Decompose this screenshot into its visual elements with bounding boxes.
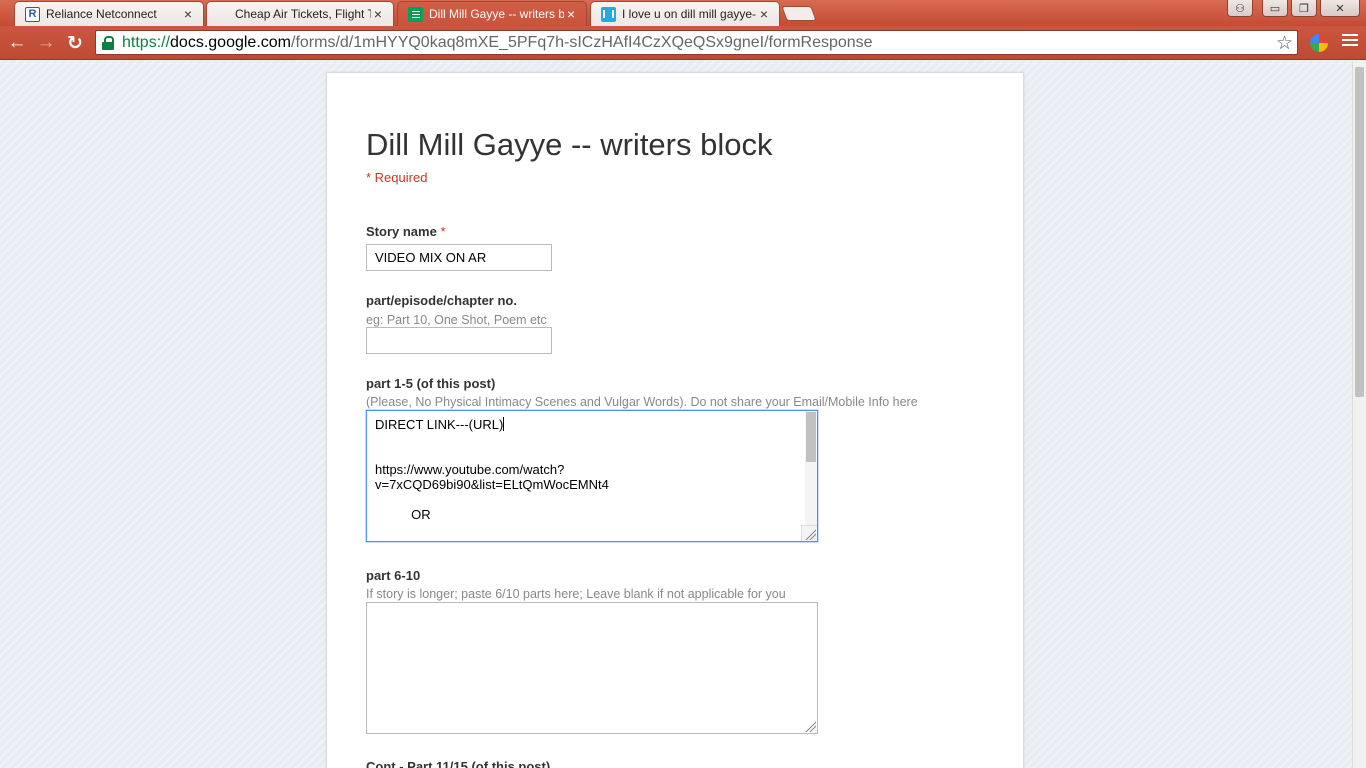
form-title: Dill Mill Gayye -- writers block: [366, 127, 773, 162]
question-label-part-6-10: part 6-10: [366, 568, 421, 583]
question-label-episode-no: part/episode/chapter no.: [366, 293, 517, 308]
reload-icon[interactable]: ↻: [63, 31, 87, 55]
tab-title: Reliance Netconnect: [46, 7, 157, 21]
tab-strip: R Reliance Netconnect × Cheap Air Ticket…: [0, 0, 1366, 26]
address-bar[interactable]: https:// docs.google.com /forms/d/1mHYYQ…: [95, 30, 1298, 55]
tab-close-icon[interactable]: ×: [371, 6, 385, 22]
window-controls: ⚇ ▭ ❐ ✕: [1227, 0, 1360, 17]
close-window-icon[interactable]: ✕: [1320, 0, 1360, 17]
pause-favicon-icon: [601, 6, 616, 22]
tab-title: Cheap Air Tickets, Flight T: [235, 7, 371, 21]
story-name-input[interactable]: [366, 244, 552, 271]
google-forms-favicon-icon: [408, 6, 423, 22]
textarea-scrollbar[interactable]: [805, 411, 817, 541]
question-help-episode-no: eg: Part 10, One Shot, Poem etc: [366, 313, 547, 327]
part-6-10-textarea[interactable]: [366, 602, 818, 734]
question-label-part-11-15: Cont - Part 11/15 (of this post): [366, 759, 551, 768]
question-help-part-1-5: (Please, No Physical Intimacy Scenes and…: [366, 395, 918, 409]
tab-dill-mill-gayye[interactable]: Dill Mill Gayye -- writers b ×: [397, 1, 587, 26]
page-scroll-thumb[interactable]: [1355, 67, 1364, 397]
resize-handle-icon[interactable]: [804, 720, 816, 732]
part-1-5-textarea[interactable]: DIRECT LINK---(URL) https://www.youtube.…: [366, 410, 818, 542]
restore-icon[interactable]: ❐: [1291, 0, 1317, 17]
new-tab-button[interactable]: [781, 6, 817, 21]
tab-close-icon[interactable]: ×: [181, 6, 195, 22]
tab-reliance-netconnect[interactable]: R Reliance Netconnect ×: [14, 1, 204, 26]
minimize-icon[interactable]: ▭: [1262, 0, 1288, 17]
browser-toolbar: ← → ↻ https:// docs.google.com /forms/d/…: [0, 26, 1366, 60]
tab-title: I love u on dill mill gayye-: [622, 7, 757, 21]
page-scrollbar[interactable]: [1352, 61, 1366, 768]
extension-icon[interactable]: [1310, 34, 1328, 52]
url-scheme: https://: [122, 33, 171, 51]
episode-no-input[interactable]: [366, 327, 552, 354]
resize-handle-icon[interactable]: [801, 525, 817, 541]
back-arrow-icon[interactable]: ←: [5, 31, 29, 55]
tab-title: Dill Mill Gayye -- writers b: [429, 7, 564, 21]
bookmark-star-icon[interactable]: ☆: [1276, 32, 1293, 55]
text-caret: [503, 417, 505, 431]
tab-cheap-air-tickets[interactable]: Cheap Air Tickets, Flight T ×: [206, 1, 394, 26]
question-label-text: Story name: [366, 224, 437, 239]
tab-close-icon[interactable]: ×: [564, 6, 578, 22]
forward-arrow-icon[interactable]: →: [34, 31, 58, 55]
tab-i-love-u[interactable]: I love u on dill mill gayye- ×: [590, 1, 780, 26]
part-1-5-text: DIRECT LINK---(URL) https://www.youtube.…: [375, 417, 609, 522]
question-label-part-1-5: part 1-5 (of this post): [366, 376, 496, 391]
lock-icon: [102, 35, 116, 50]
form-card: Dill Mill Gayye -- writers block * Requi…: [326, 72, 1024, 768]
required-star: *: [440, 224, 446, 239]
page-viewport: Dill Mill Gayye -- writers block * Requi…: [0, 61, 1366, 768]
question-help-part-6-10: If story is longer; paste 6/10 parts her…: [366, 587, 786, 601]
url-path: /forms/d/1mHYYQ0kaq8mXE_5PFq7h-sICzHAfI4…: [291, 33, 873, 51]
reliance-favicon-icon: R: [25, 6, 40, 22]
required-note: * Required: [366, 170, 428, 185]
textarea-scroll-thumb[interactable]: [806, 412, 816, 462]
question-label-story-name: Story name *: [366, 224, 446, 239]
user-profile-icon[interactable]: ⚇: [1227, 0, 1253, 17]
menu-hamburger-icon[interactable]: [1342, 34, 1358, 50]
tab-close-icon[interactable]: ×: [757, 6, 771, 22]
url-host: docs.google.com: [170, 33, 291, 51]
